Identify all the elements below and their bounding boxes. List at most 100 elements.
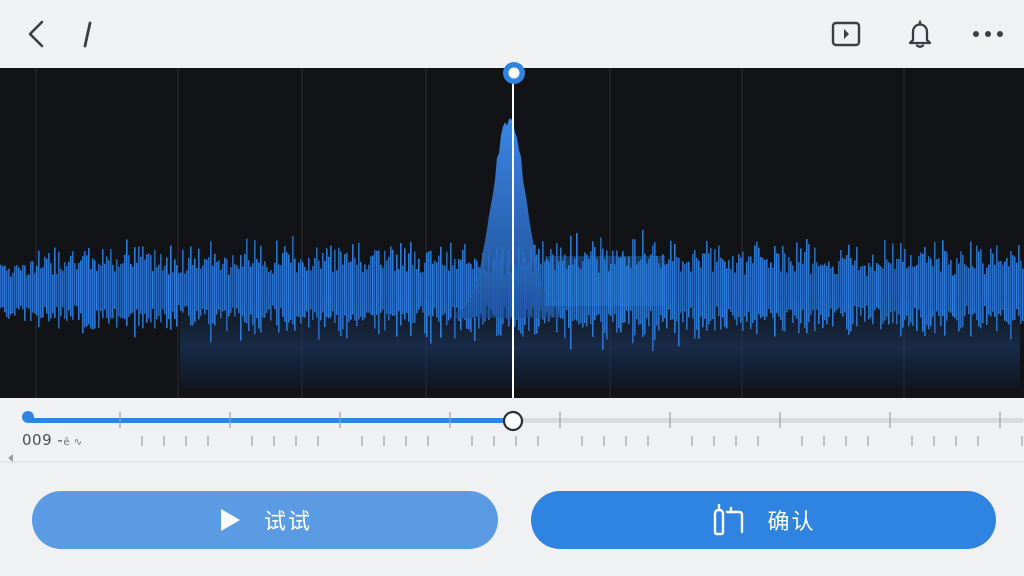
waveform-bar — [810, 273, 812, 316]
playhead-handle[interactable] — [500, 60, 528, 88]
waveform-bar — [1020, 260, 1022, 324]
waveform-bar — [974, 268, 976, 314]
waveform-bar — [840, 249, 842, 314]
waveform-bar — [100, 265, 102, 312]
waveform-bar — [168, 274, 170, 319]
waveform-bar — [330, 245, 332, 318]
waveform-bar — [360, 261, 362, 317]
waveform-bar — [854, 260, 856, 307]
waveform-bar — [460, 260, 462, 331]
waveform-bar — [218, 260, 220, 310]
waveform-bar — [352, 244, 354, 315]
waveform-bar — [58, 251, 60, 329]
edit-button[interactable] — [72, 16, 102, 52]
waveform-bar — [844, 259, 846, 313]
waveform-bar — [748, 256, 750, 312]
waveform-bar — [16, 265, 18, 309]
waveform-panel[interactable] — [0, 68, 1024, 398]
waveform-bar — [918, 256, 920, 310]
waveform-bar — [368, 264, 370, 313]
waveform-bar — [682, 261, 684, 323]
waveform-bar — [210, 241, 212, 343]
waveform-bar — [158, 264, 160, 317]
waveform-bar — [284, 246, 286, 322]
waveform-bar — [320, 268, 322, 321]
waveform-bar — [1014, 256, 1016, 320]
waveform-bar — [270, 270, 272, 321]
waveform-bar — [966, 266, 968, 307]
waveform-bar — [230, 267, 232, 314]
waveform-bar — [400, 243, 402, 326]
waveform-bar — [90, 268, 92, 329]
waveform-bar — [18, 267, 20, 310]
waveform-bar — [968, 267, 970, 315]
media-button[interactable] — [826, 14, 866, 54]
waveform-bar — [732, 255, 734, 316]
waveform-bar — [170, 245, 172, 330]
waveform-bar — [876, 263, 878, 308]
waveform-bar — [678, 257, 680, 347]
waveform-bar — [388, 256, 390, 321]
waveform-bar — [724, 261, 726, 327]
waveform-bar — [112, 264, 114, 319]
more-button[interactable] — [966, 14, 1010, 54]
waveform-bar — [704, 253, 706, 319]
waveform-bar — [832, 266, 834, 327]
waveform-bar — [54, 247, 56, 318]
waveform-bar — [238, 268, 240, 314]
waveform-bar — [912, 266, 914, 326]
waveform-bar — [874, 270, 876, 311]
waveform-bar — [848, 244, 850, 335]
waveform-bar — [74, 263, 76, 306]
waveform-bar — [322, 252, 324, 313]
waveform-bar — [956, 258, 958, 321]
try-button[interactable]: 试试 — [32, 491, 498, 549]
waveform-bar — [424, 262, 426, 334]
waveform-bar — [962, 254, 964, 328]
waveform-bar — [950, 260, 952, 313]
waveform-bar — [710, 248, 712, 321]
waveform-bar — [310, 270, 312, 310]
waveform-bar — [980, 249, 982, 329]
waveform-bar — [190, 246, 192, 326]
waveform-bar — [142, 246, 144, 329]
waveform-bar — [14, 266, 16, 316]
waveform-bar — [136, 262, 138, 310]
waveform-bar — [410, 241, 412, 336]
confirm-button[interactable]: 确认 — [531, 491, 996, 549]
waveform-bar — [816, 262, 818, 310]
waveform-bar — [114, 271, 116, 310]
waveform-bar — [4, 265, 6, 313]
timeline[interactable]: 009 -ē ∿ — [0, 400, 1024, 470]
waveform-bar — [466, 264, 468, 329]
waveform-bar — [436, 262, 438, 318]
waveform-bar — [208, 257, 210, 325]
waveform-bar — [46, 258, 48, 314]
waveform-bar — [6, 270, 8, 318]
waveform-bar — [60, 268, 62, 316]
waveform-bar — [776, 253, 778, 314]
waveform-bar — [44, 256, 46, 308]
waveform-bar — [866, 276, 868, 306]
waveform-bar — [258, 262, 260, 329]
waveform-bar — [842, 257, 844, 317]
waveform-bar — [176, 265, 178, 327]
waveform-bar — [430, 250, 432, 344]
waveform-bar — [1016, 262, 1018, 310]
scrubber-handle[interactable] — [502, 410, 524, 432]
waveform-bar — [120, 264, 122, 318]
waveform-bar — [354, 257, 356, 321]
waveform-bar — [304, 267, 306, 318]
waveform-bar — [910, 254, 912, 323]
scroll-left-icon[interactable] — [8, 454, 13, 462]
notification-button[interactable] — [900, 14, 940, 54]
waveform-bar — [448, 270, 450, 321]
waveform-bar — [386, 260, 388, 314]
waveform-bar — [402, 265, 404, 315]
waveform-bar — [964, 263, 966, 317]
waveform-bar — [768, 267, 770, 310]
waveform-bar — [770, 262, 772, 314]
back-button[interactable] — [18, 16, 54, 52]
waveform-bar — [404, 248, 406, 320]
waveform-bar — [794, 271, 796, 316]
